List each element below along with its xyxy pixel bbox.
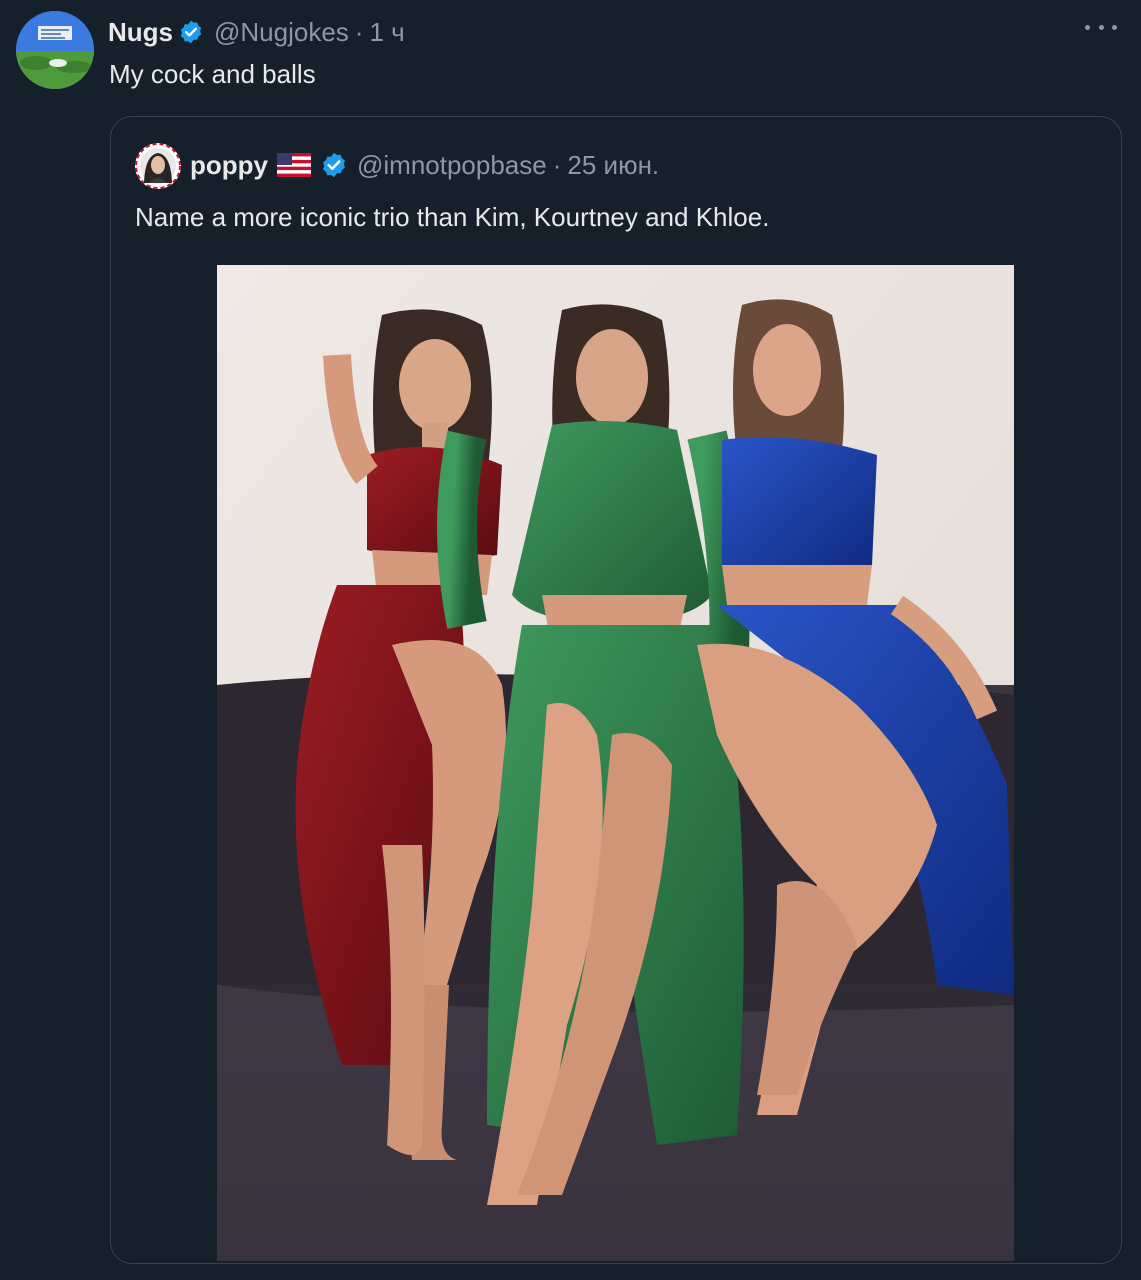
author-avatar[interactable] [16, 11, 94, 89]
header-separator: · [354, 16, 364, 47]
quoted-author-handle[interactable]: @imnotpopbase [357, 150, 547, 181]
tweet[interactable]: Nugs @Nugjokes · 1 ч My cock and balls p… [0, 0, 1141, 1280]
more-horizontal-icon[interactable] [1085, 14, 1117, 40]
author-handle[interactable]: @Nugjokes [214, 17, 349, 48]
more-dot [1112, 24, 1117, 30]
tweet-text: My cock and balls [109, 59, 316, 89]
tweet-timestamp[interactable]: 1 ч [369, 17, 404, 48]
quoted-author-display-name[interactable]: poppy [190, 150, 268, 181]
quoted-author-avatar-image [135, 143, 181, 189]
quoted-author-avatar[interactable] [135, 143, 181, 189]
more-dot [1085, 24, 1090, 30]
quoted-tweet-timestamp[interactable]: 25 июн. [567, 150, 659, 181]
tweet-header: Nugs @Nugjokes · 1 ч [108, 14, 405, 50]
author-display-name[interactable]: Nugs [108, 17, 173, 48]
author-avatar-image [16, 11, 94, 89]
photo-image [217, 265, 1014, 1261]
us-flag-icon [277, 153, 311, 177]
quoted-tweet[interactable]: poppy @imnotpopbase · 25 июн. Name a mor… [110, 116, 1122, 1264]
verified-badge-icon[interactable] [178, 19, 204, 45]
quoted-tweet-photo[interactable] [217, 265, 1014, 1261]
quoted-tweet-header: poppy @imnotpopbase · 25 июн. [190, 147, 659, 183]
verified-badge-icon[interactable] [320, 151, 348, 179]
quoted-header-separator: · [552, 149, 562, 180]
quoted-tweet-text: Name a more iconic trio than Kim, Kourtn… [135, 202, 770, 232]
more-dot [1098, 24, 1104, 30]
